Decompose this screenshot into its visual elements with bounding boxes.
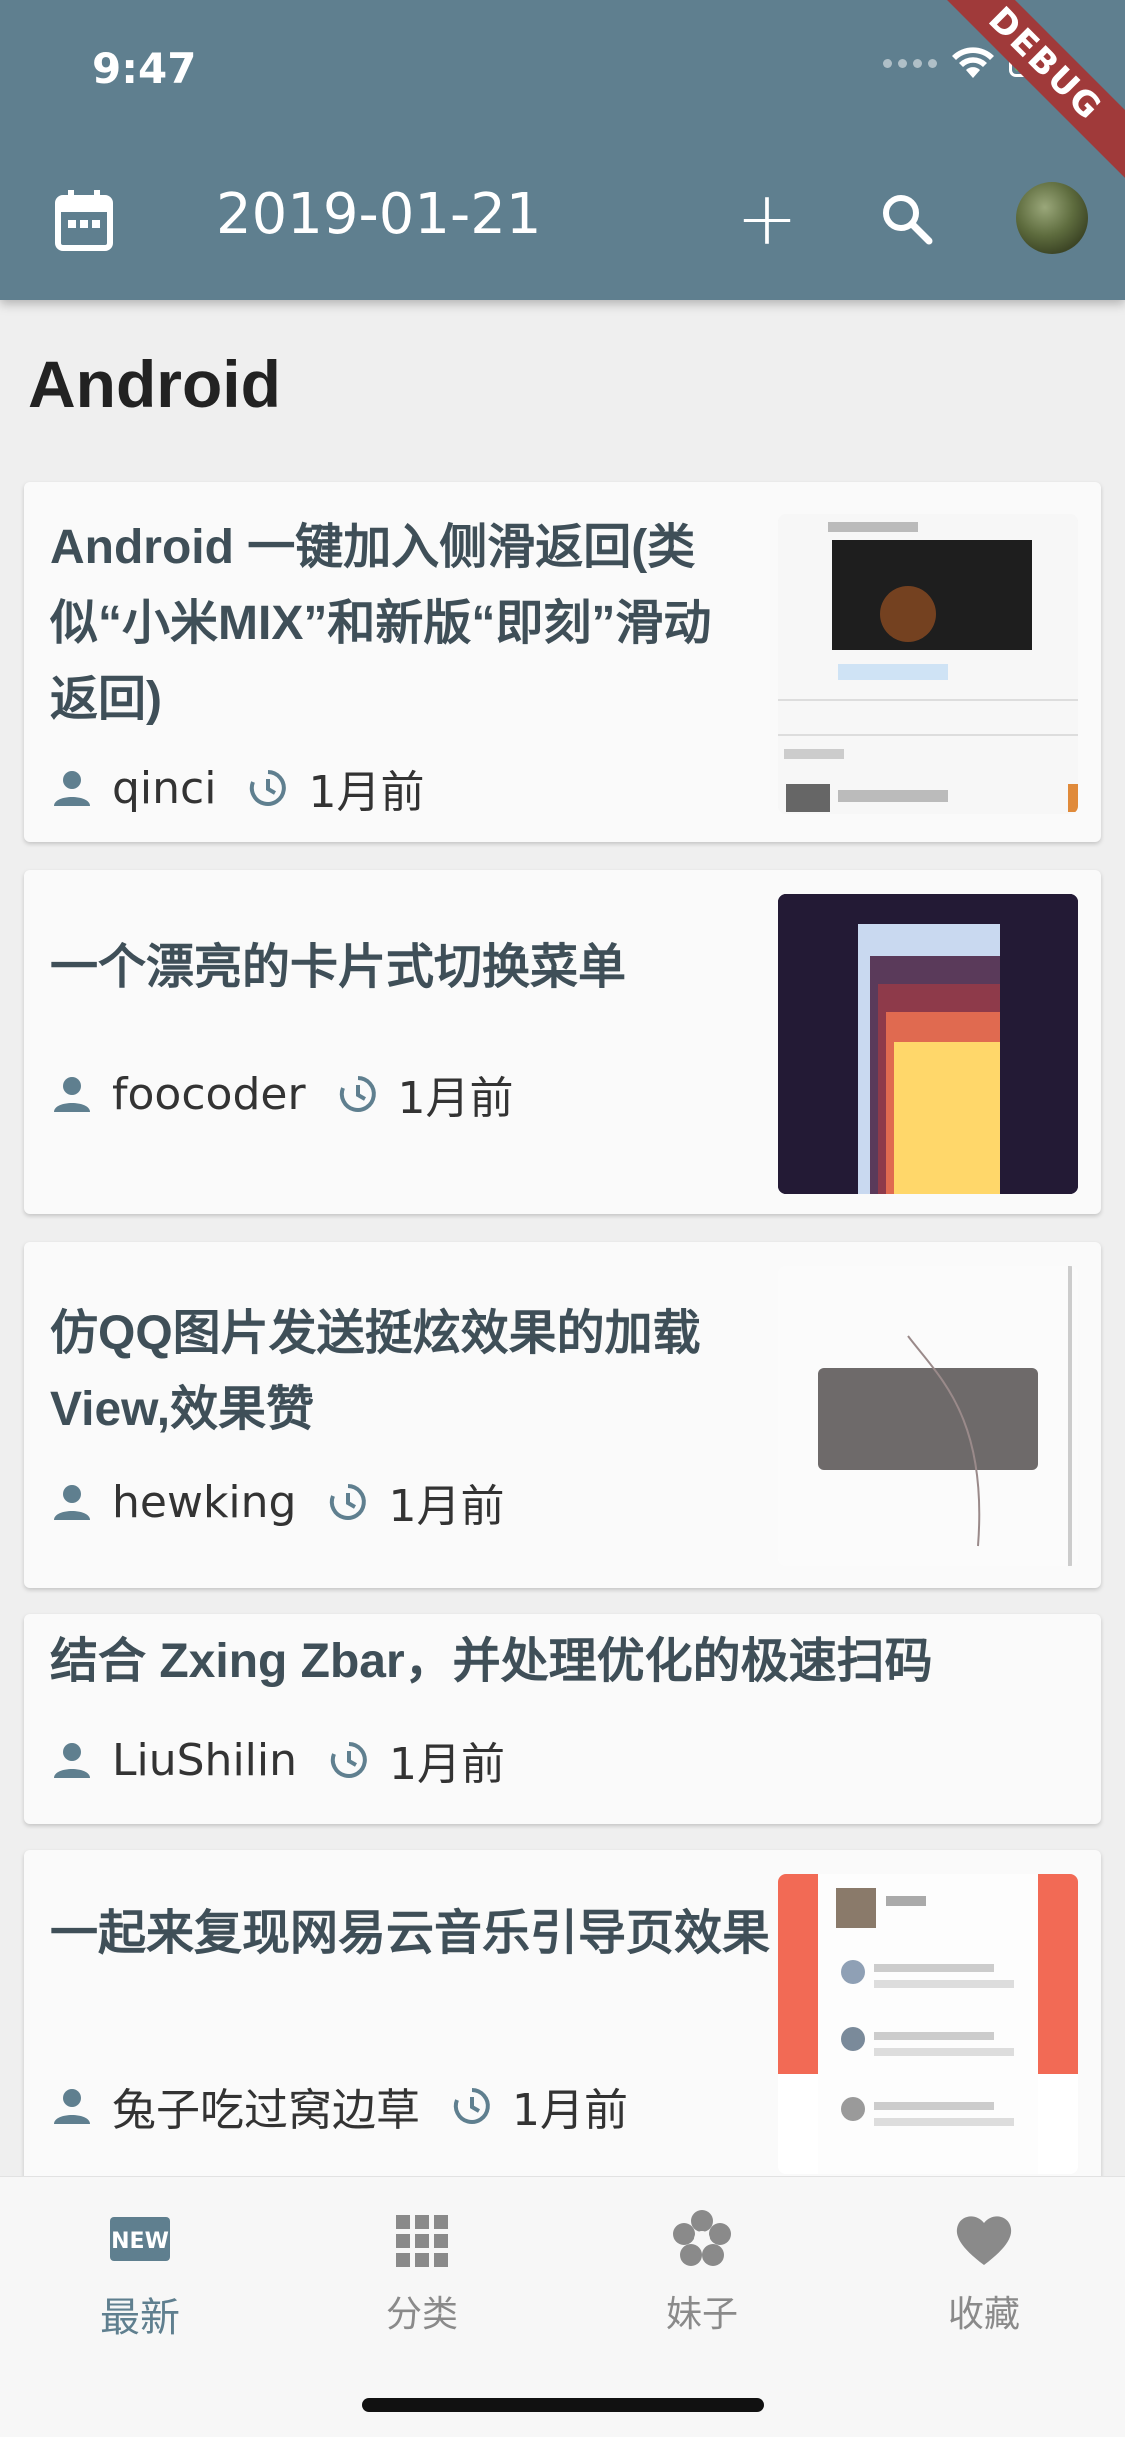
- person-icon: [54, 1077, 90, 1112]
- nav-tab-favorites[interactable]: 收藏: [884, 2207, 1084, 2337]
- article-author: qinci: [112, 762, 217, 814]
- article-time: 1月前: [308, 767, 425, 818]
- person-icon: [54, 1485, 90, 1520]
- wifi-icon: [952, 47, 994, 78]
- article-title: Android 一键加入侧滑返回(类似“小米MIX”和新版“即刻”滑动返回): [50, 521, 712, 726]
- article-title: 仿QQ图片发送挺炫效果的加载View,效果赞: [50, 1307, 701, 1436]
- nav-tab-girls[interactable]: 妹子: [602, 2207, 802, 2337]
- person-icon: [54, 1743, 90, 1778]
- nav-label: 妹子: [665, 2294, 738, 2335]
- article-meta: LiuShilin 1月前: [50, 1728, 505, 1792]
- article-time: 1月前: [388, 1481, 505, 1532]
- history-icon: [453, 2088, 490, 2124]
- article-meta: foocoder 1月前: [50, 1062, 514, 1126]
- article-thumbnail: [778, 894, 1078, 1194]
- calendar-button[interactable]: [44, 180, 124, 260]
- nav-label: 分类: [385, 2294, 458, 2335]
- article-thumbnail: [778, 1266, 1078, 1566]
- article-author: foocoder: [112, 1068, 306, 1120]
- home-indicator[interactable]: [362, 2398, 764, 2412]
- debug-ribbon: DEBUG: [921, 0, 1125, 188]
- history-icon: [250, 770, 287, 806]
- nav-label: 最新: [100, 2295, 180, 2341]
- article-time: 1月前: [389, 1739, 506, 1790]
- person-icon: [54, 771, 90, 806]
- heart-icon: [956, 2216, 1012, 2265]
- section-title: Android: [28, 347, 281, 421]
- article-card[interactable]: 结合 Zxing Zbar，并处理优化的极速扫码 LiuShilin 1月前: [24, 1614, 1101, 1824]
- article-time: 1月前: [512, 2085, 628, 2136]
- article-card[interactable]: 一个漂亮的卡片式切换菜单 foocoder 1月前: [24, 870, 1101, 1214]
- article-thumbnail: [778, 514, 1078, 814]
- search-button[interactable]: [862, 174, 952, 264]
- article-time: 1月前: [397, 1073, 514, 1124]
- article-title: 一个漂亮的卡片式切换菜单: [50, 941, 627, 994]
- history-icon: [330, 1484, 367, 1520]
- flower-icon: [673, 2210, 731, 2266]
- grid-icon: [396, 2215, 448, 2267]
- article-meta: hewking 1月前: [50, 1470, 504, 1534]
- calendar-icon: [55, 190, 113, 251]
- nav-label: 收藏: [947, 2294, 1020, 2335]
- search-icon: [883, 195, 933, 245]
- date-title[interactable]: 2019-01-21: [216, 182, 541, 247]
- article-title: 一起来复现网易云音乐引导页效果: [50, 1907, 771, 1960]
- add-button[interactable]: +: [722, 174, 812, 264]
- signal-icon: [883, 58, 937, 68]
- article-card[interactable]: Android 一键加入侧滑返回(类似“小米MIX”和新版“即刻”滑动返回) q…: [24, 482, 1101, 842]
- article-card[interactable]: 仿QQ图片发送挺炫效果的加载View,效果赞 hewking 1月前: [24, 1242, 1101, 1588]
- article-title: 结合 Zxing Zbar，并处理优化的极速扫码: [50, 1635, 933, 1688]
- article-meta: qinci 1月前: [50, 756, 424, 820]
- article-author: hewking: [112, 1476, 297, 1528]
- svg-text:NEW: NEW: [111, 2229, 169, 2254]
- article-author: 兔子吃过窝边草: [112, 2085, 420, 2136]
- article-card[interactable]: 一起来复现网易云音乐引导页效果 兔子吃过窝边草 1月前: [24, 1850, 1101, 2190]
- new-badge-icon: NEW: [110, 2217, 170, 2261]
- article-thumbnail: [778, 1874, 1078, 2174]
- app-bar: 9:47 DEBUG 2019-01-21 +: [0, 0, 1125, 300]
- nav-tab-category[interactable]: 分类: [322, 2207, 522, 2337]
- history-icon: [339, 1076, 376, 1112]
- history-icon: [330, 1742, 367, 1778]
- avatar[interactable]: [1016, 182, 1088, 254]
- nav-tab-latest[interactable]: NEW 最新: [40, 2207, 240, 2343]
- article-meta: 兔子吃过窝边草 1月前: [50, 2074, 628, 2138]
- person-icon: [54, 2089, 90, 2124]
- status-time: 9:47: [92, 44, 197, 93]
- article-author: LiuShilin: [112, 1734, 298, 1786]
